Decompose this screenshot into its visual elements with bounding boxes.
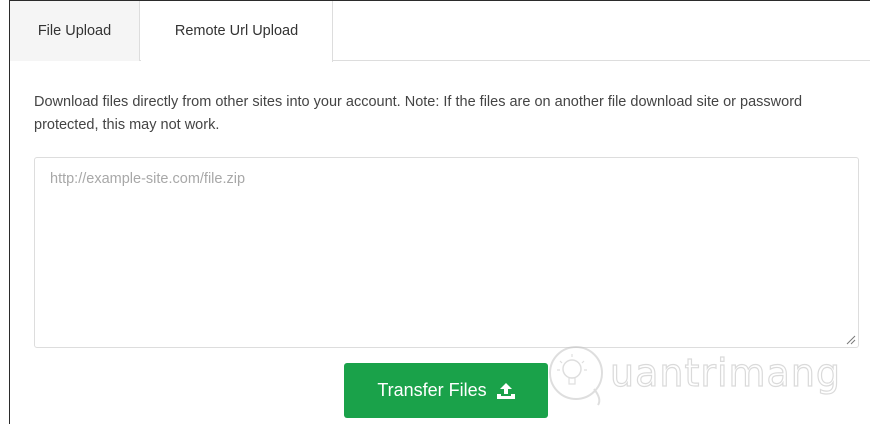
upload-panel: File Upload Remote Url Upload Download f… [9,0,870,424]
remote-upload-description: Download files directly from other sites… [34,94,803,133]
tab-remote-url-upload[interactable]: Remote Url Upload [141,1,333,62]
tab-file-upload[interactable]: File Upload [10,1,140,61]
tab-file-upload-label: File Upload [37,23,112,39]
quantrimang-watermark: uantrimang [524,339,844,409]
transfer-files-label: Transfer Files [377,380,487,400]
watermark-text: uantrimang [609,350,842,395]
textarea-resize-grip[interactable] [844,333,856,345]
upload-tabs: File Upload Remote Url Upload [10,1,870,62]
upload-icon [496,382,515,399]
transfer-files-button[interactable]: Transfer Files [344,363,548,418]
tab-remote-url-upload-label: Remote Url Upload [174,23,299,39]
remote-url-input[interactable] [34,157,859,348]
